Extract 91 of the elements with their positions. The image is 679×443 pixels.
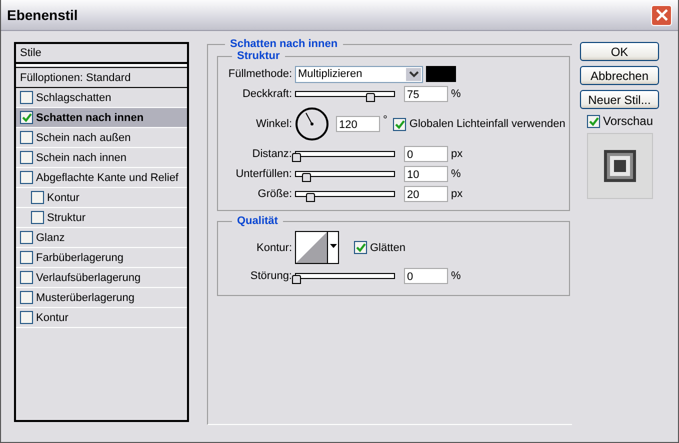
color-swatch[interactable]: [426, 66, 456, 82]
checkmark-icon: [356, 243, 366, 252]
input-field[interactable]: 75: [404, 86, 448, 102]
dropdown-button[interactable]: [406, 68, 421, 80]
slider-thumb[interactable]: [292, 275, 301, 284]
input-field[interactable]: 10: [404, 166, 448, 182]
list-header: Stile: [16, 44, 187, 64]
close-button[interactable]: [651, 4, 672, 26]
item-label: Glanz: [36, 232, 65, 244]
style-preview-drawing: [602, 149, 636, 183]
checkmark-icon: [394, 120, 405, 128]
group-title: Struktur: [236, 50, 281, 62]
checkbox-label: Vorschau: [603, 114, 654, 128]
checkbox[interactable]: [20, 91, 33, 104]
item-label: Musterüberlagerung: [36, 292, 134, 304]
checkbox[interactable]: [31, 191, 44, 204]
checkbox[interactable]: [354, 241, 367, 254]
dialog-button[interactable]: OK: [580, 42, 659, 61]
style-list-item[interactable]: Glanz: [16, 228, 187, 248]
style-list-item[interactable]: Musterüberlagerung: [16, 288, 187, 308]
checkmark-icon: [22, 113, 32, 122]
unit-label: px: [451, 148, 463, 160]
contour-curve-icon: [296, 232, 327, 263]
checkbox[interactable]: [20, 271, 33, 284]
slider-thumb[interactable]: [306, 193, 315, 202]
group-title: Qualität: [236, 215, 279, 227]
input-field[interactable]: 0: [404, 146, 448, 162]
style-list-item[interactable]: Kontur: [16, 188, 187, 208]
unit-label: %: [451, 168, 461, 180]
checkbox[interactable]: [20, 131, 33, 144]
slider-thumb[interactable]: [366, 93, 374, 102]
unit-label: °: [383, 114, 388, 126]
close-icon: [654, 8, 668, 22]
dialog-button[interactable]: Neuer Stil...: [580, 90, 659, 109]
checkbox[interactable]: [20, 251, 33, 264]
slider-thumb[interactable]: [302, 173, 311, 182]
slider-thumb[interactable]: [292, 153, 301, 162]
style-list-item[interactable]: Fülloptionen: Standard: [16, 67, 187, 88]
unit-label: px: [451, 188, 463, 200]
field-label: Größe:: [256, 188, 293, 200]
item-label: Struktur: [47, 212, 86, 224]
checkbox-label: Glätten: [370, 242, 406, 254]
item-label: Verlaufsüberlagerung: [36, 272, 141, 284]
unit-label: %: [451, 88, 461, 100]
style-list-item[interactable]: Schein nach außen: [16, 128, 187, 148]
item-label: Schein nach innen: [36, 152, 127, 164]
item-label: Kontur: [47, 192, 80, 204]
style-list-item[interactable]: Struktur: [16, 208, 187, 228]
field-label: Kontur:: [256, 242, 293, 254]
style-list-item[interactable]: Schatten nach innen: [16, 108, 187, 128]
blend-mode-dropdown[interactable]: Multiplizieren: [295, 66, 423, 82]
unit-label: %: [451, 270, 461, 282]
style-list-item[interactable]: Verlaufsüberlagerung: [16, 268, 187, 288]
input-field[interactable]: 0: [404, 268, 448, 284]
checkbox[interactable]: [20, 171, 33, 184]
checkbox[interactable]: [20, 151, 33, 164]
checkbox[interactable]: [31, 211, 44, 224]
field-label: Füllmethode:: [227, 68, 293, 80]
contour-picker[interactable]: [295, 231, 339, 264]
item-label: Farbüberlagerung: [36, 252, 124, 264]
field-label: Unterfüllen:: [234, 168, 293, 180]
checkbox[interactable]: [20, 291, 33, 304]
style-list-item[interactable]: Schein nach innen: [16, 148, 187, 168]
field-label: Störung:: [249, 270, 293, 282]
item-label: Schlagschatten: [36, 92, 112, 104]
checkbox[interactable]: [393, 118, 406, 130]
dialog-button[interactable]: Abbrechen: [580, 66, 659, 85]
checkbox-label: Globalen Lichteinfall verwenden: [409, 118, 566, 130]
angle-dial[interactable]: [295, 107, 329, 141]
checkbox[interactable]: [20, 111, 33, 124]
style-list-item[interactable]: Kontur: [16, 308, 187, 328]
item-label: Fülloptionen: Standard: [20, 72, 131, 84]
window-title: Ebenenstil: [7, 7, 78, 23]
field-label: Deckkraft:: [241, 88, 293, 100]
field-label: Distanz:: [251, 148, 293, 160]
style-list-item[interactable]: Abgeflachte Kante und Relief: [16, 168, 187, 188]
checkbox[interactable]: [20, 311, 33, 324]
item-label: Schein nach außen: [36, 132, 131, 144]
input-field[interactable]: 120: [336, 116, 380, 132]
item-label: Abgeflachte Kante und Relief: [36, 172, 178, 184]
chevron-down-icon: [408, 70, 418, 78]
field-label: Winkel:: [254, 118, 293, 130]
input-field[interactable]: 20: [404, 186, 448, 202]
group-title: Schatten nach innen: [229, 38, 339, 50]
checkmark-icon: [588, 116, 598, 126]
item-label: Kontur: [36, 312, 68, 324]
checkbox[interactable]: [20, 231, 33, 244]
checkbox[interactable]: [587, 114, 600, 128]
item-label: Schatten nach innen: [36, 112, 144, 124]
caret-icon: [330, 244, 336, 248]
style-list-item[interactable]: Farbüberlagerung: [16, 248, 187, 268]
